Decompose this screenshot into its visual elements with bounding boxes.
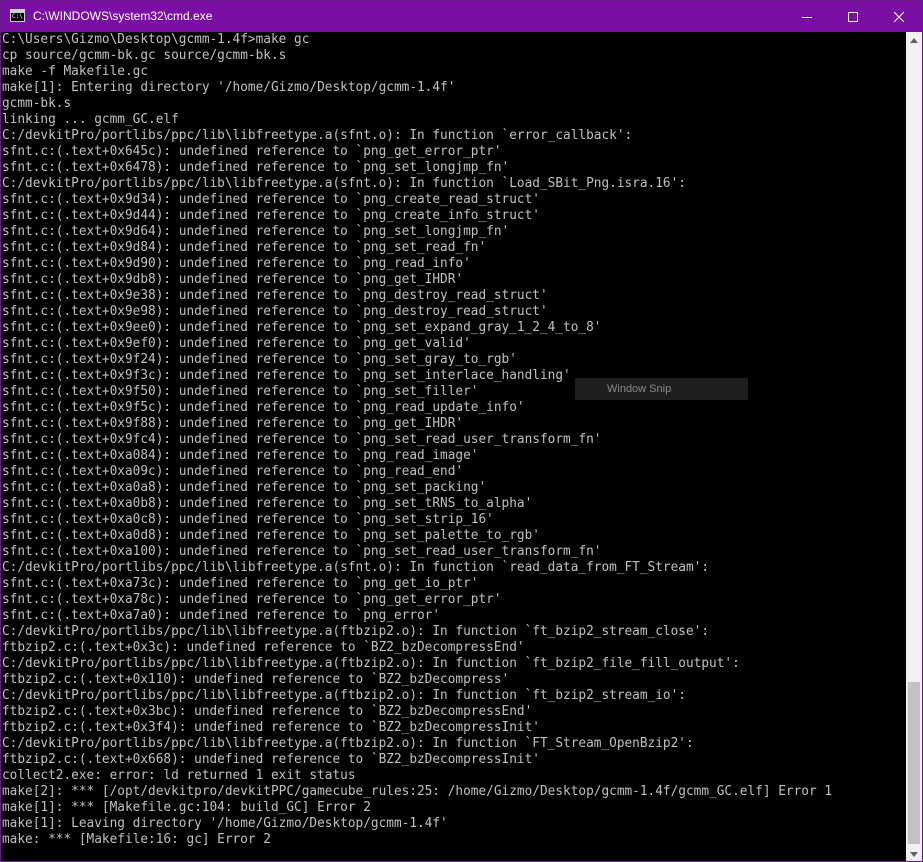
console-line: ftbzip2.c:(.text+0x3c): undefined refere… [2,640,525,655]
console-line: sfnt.c:(.text+0xa100): undefined referen… [2,544,602,559]
close-button[interactable] [876,1,922,32]
console-line: C:/devkitPro/portlibs/ppc/lib\libfreetyp… [2,128,633,143]
console-line: collect2.exe: error: ld returned 1 exit … [2,768,356,783]
console-line: C:/devkitPro/portlibs/ppc/lib\libfreetyp… [2,176,686,191]
console-line: sfnt.c:(.text+0xa09c): undefined referen… [2,464,464,479]
console-line: C:/devkitPro/portlibs/ppc/lib\libfreetyp… [2,736,694,751]
console-line: make: *** [Makefile:16: gc] Error 2 [2,832,271,847]
console-line: sfnt.c:(.text+0x9d84): undefined referen… [2,240,487,255]
console-line: sfnt.c:(.text+0x645c): undefined referen… [2,144,502,159]
console-line: sfnt.c:(.text+0xa78c): undefined referen… [2,592,502,607]
console-line: C:/devkitPro/portlibs/ppc/lib\libfreetyp… [2,624,710,639]
console-line: sfnt.c:(.text+0xa7a0): undefined referen… [2,608,441,623]
console-line: sfnt.c:(.text+0x9ee0): undefined referen… [2,320,602,335]
console-line: sfnt.c:(.text+0xa084): undefined referen… [2,448,479,463]
scrollbar-thumb[interactable] [908,682,920,844]
close-icon [894,11,904,22]
console-line: sfnt.c:(.text+0xa0b8): undefined referen… [2,496,533,511]
console-line: gcmm-bk.s [2,96,72,111]
console-line: C:/devkitPro/portlibs/ppc/lib\libfreetyp… [2,560,710,575]
cmd-icon-label: C:\ [12,13,23,20]
console-line: ftbzip2.c:(.text+0x3bc): undefined refer… [2,704,533,719]
console-line: sfnt.c:(.text+0xa73c): undefined referen… [2,576,479,591]
console-line: sfnt.c:(.text+0x6478): undefined referen… [2,160,510,175]
console-line: ftbzip2.c:(.text+0x668): undefined refer… [2,752,540,767]
title-bar[interactable]: C:\ C:\WINDOWS\system32\cmd.exe [1,1,922,32]
vertical-scrollbar[interactable] [906,32,922,861]
console-line: sfnt.c:(.text+0x9f50): undefined referen… [2,384,479,399]
maximize-button[interactable] [830,1,876,32]
cmd-window: C:\ C:\WINDOWS\system32\cmd.exe C:\Users… [0,0,923,862]
console-line: sfnt.c:(.text+0x9d34): undefined referen… [2,192,540,207]
console-line: make[1]: Entering directory '/home/Gizmo… [2,80,456,95]
console-line: make -f Makefile.gc [2,64,149,79]
console-line: sfnt.c:(.text+0xa0c8): undefined referen… [2,512,494,527]
console-line: sfnt.c:(.text+0x9db8): undefined referen… [2,272,464,287]
console-line: sfnt.c:(.text+0xa0a8): undefined referen… [2,480,487,495]
console-line: cp source/gcmm-bk.gc source/gcmm-bk.s [2,48,287,63]
console-line: sfnt.c:(.text+0x9f3c): undefined referen… [2,368,571,383]
minimize-icon [802,16,812,18]
console-line: linking ... gcmm_GC.elf [2,112,179,127]
console-line: sfnt.c:(.text+0x9d44): undefined referen… [2,208,540,223]
window-title: C:\WINDOWS\system32\cmd.exe [33,9,213,23]
window-snip-overlay[interactable]: Window Snip [575,378,748,400]
console-line: sfnt.c:(.text+0x9d90): undefined referen… [2,256,471,271]
console-line: sfnt.c:(.text+0x9f24): undefined referen… [2,352,517,367]
console-line: sfnt.c:(.text+0x9ef0): undefined referen… [2,336,471,351]
minimize-button[interactable] [784,1,830,32]
cmd-icon[interactable]: C:\ [10,9,25,22]
console-output[interactable]: C:\Users\Gizmo\Desktop\gcmm-1.4f>make gc… [1,32,906,861]
console-line: sfnt.c:(.text+0x9f88): undefined referen… [2,416,464,431]
console-line: sfnt.c:(.text+0x9f5c): undefined referen… [2,400,525,415]
console-line: ftbzip2.c:(.text+0x110): undefined refer… [2,672,510,687]
console-line: ftbzip2.c:(.text+0x3f4): undefined refer… [2,720,540,735]
console-line: C:/devkitPro/portlibs/ppc/lib\libfreetyp… [2,656,740,671]
scroll-up-arrow-icon [910,37,918,43]
console-line: sfnt.c:(.text+0x9e98): undefined referen… [2,304,548,319]
console-line: sfnt.c:(.text+0xa0d8): undefined referen… [2,528,540,543]
console-line: C:/devkitPro/portlibs/ppc/lib\libfreetyp… [2,688,686,703]
console-line: sfnt.c:(.text+0x9e38): undefined referen… [2,288,548,303]
console-line: sfnt.c:(.text+0x9d64): undefined referen… [2,224,510,239]
console-line: C:\Users\Gizmo\Desktop\gcmm-1.4f>make gc [2,32,310,47]
scroll-down-button[interactable] [906,846,922,861]
maximize-icon [848,11,858,22]
console-line: make[2]: *** [/opt/devkitpro/devkitPPC/g… [2,784,833,799]
scroll-up-button[interactable] [906,32,922,48]
console-line: sfnt.c:(.text+0x9fc4): undefined referen… [2,432,602,447]
console-line: make[1]: *** [Makefile.gc:104: build_GC]… [2,800,371,815]
console-line: make[1]: Leaving directory '/home/Gizmo/… [2,816,448,831]
scroll-down-arrow-icon [910,851,918,857]
